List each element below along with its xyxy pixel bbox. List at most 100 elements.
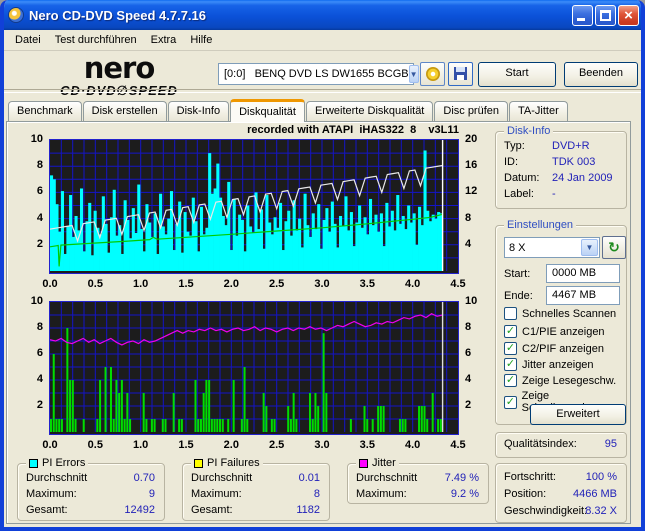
nero-logo: nero CD·DVD∅SPEED — [28, 51, 210, 98]
checkbox-icon: ✓ — [504, 358, 517, 371]
close-icon: × — [624, 6, 633, 24]
y-tick-label: 4 — [465, 237, 472, 250]
pi-failures-legend-icon — [194, 458, 203, 468]
progress-box: Fortschritt: 100 % Position: 4466 MB Gesch… — [495, 463, 627, 523]
tab-benchmark[interactable]: Benchmark — [8, 101, 82, 122]
tab-disk-info[interactable]: Disk-Info — [167, 101, 230, 122]
quality-index-label: Qualitätsindex: — [504, 438, 577, 450]
x-tick-label: 3.5 — [359, 439, 375, 451]
jitter-max-label: Maximum: — [356, 488, 407, 500]
minimize-button[interactable] — [572, 4, 593, 26]
x-tick-label: 1.5 — [178, 439, 194, 451]
x-tick-label: 0.5 — [87, 278, 103, 290]
checkbox-jitter[interactable]: ✓ Jitter anzeigen — [504, 358, 594, 371]
datum-value: 24 Jan 2009 — [552, 172, 613, 184]
nero-logo-text: nero — [83, 51, 156, 85]
jitter-max-value: 9.2 % — [450, 488, 479, 500]
y-tick-label: 20 — [465, 133, 478, 145]
checkbox-schnelles-scannen[interactable]: Schnelles Scannen — [504, 307, 616, 320]
cd-dvd-speed-logo-text: CD·DVD∅SPEED — [60, 83, 178, 98]
menu-datei[interactable]: Datei — [8, 32, 48, 48]
id-value: TDK 003 — [552, 156, 596, 168]
y-tick-label: 6 — [36, 185, 43, 198]
typ-label: Typ: — [504, 140, 525, 152]
checkbox-c1-pie[interactable]: ✓ C1/PIE anzeigen — [504, 325, 605, 338]
eject-disc-icon — [425, 67, 440, 81]
title-bar: Nero CD-DVD Speed 4.7.7.16 × — [4, 0, 641, 30]
pif-x-axis: 0.0 0.5 1.0 1.5 2.0 2.5 3.0 3.5 4.0 4.5 — [42, 439, 465, 452]
tab-diskqualitaet[interactable]: Diskqualität — [230, 99, 305, 122]
x-tick-label: 2.5 — [269, 439, 285, 451]
settings-caption: Einstellungen — [504, 219, 577, 231]
x-tick-label: 3.5 — [359, 278, 375, 290]
x-tick-label: 2.0 — [223, 278, 239, 290]
content-panel: recorded with ATAPI iHAS322 8 v3L11 10 8 6… — [6, 121, 631, 524]
save-icon — [454, 67, 467, 80]
chevron-down-icon[interactable]: ▼ — [581, 239, 598, 256]
save-button[interactable] — [448, 62, 473, 86]
progress-value: 100 % — [585, 471, 617, 483]
pie-chart-block: 10 8 6 4 2 20 16 12 8 4 0.0 0.5 1.0 1.5 2.0 2.5 3.0 3.5… — [7, 133, 497, 309]
start-button[interactable]: Start — [478, 62, 556, 87]
pi-errors-box: PI Errors Durchschnitt 0.70 Maximum: 9 Ges… — [17, 457, 165, 521]
start-mb-label: Start: — [504, 268, 531, 280]
pif-chart-block: 10 8 6 4 2 10 8 6 4 2 0.0 0.5 1.0 1.5 2.0 2.5 3.0 3.5 4.… — [7, 295, 497, 471]
id-label: ID: — [504, 156, 519, 168]
disk-info-box: Disk-Info Typ: DVD+R ID: TDK 003 Datum: 24 … — [495, 125, 627, 209]
tab-disk-erstellen[interactable]: Disk erstellen — [82, 101, 167, 122]
eject-button[interactable] — [420, 62, 445, 86]
pie-max-value: 9 — [148, 488, 155, 500]
y-tick-label: 6 — [465, 347, 472, 359]
checkbox-c2-pif[interactable]: ✓ C2/PIF anzeigen — [504, 342, 604, 355]
close-button[interactable]: × — [618, 4, 639, 26]
tab-disc-pruefen[interactable]: Disc prüfen — [434, 101, 509, 122]
tab-erweiterte-diskqualitaet[interactable]: Erweiterte Diskqualität — [305, 101, 434, 122]
pie-total-value: 12492 — [124, 504, 155, 516]
end-mb-field[interactable]: 4467 MB — [546, 286, 620, 305]
checkbox-icon: ✓ — [504, 395, 517, 409]
drive-select[interactable]: [0:0] BENQ DVD LS DW1655 BCGB ▼ — [218, 63, 419, 85]
advanced-button[interactable]: Erweitert — [530, 404, 626, 425]
x-tick-label: 1.0 — [133, 439, 149, 451]
recorded-with-label: recorded with ATAPI iHAS322 8 v3L11 — [247, 124, 459, 136]
app-icon[interactable] — [8, 7, 24, 23]
drive-select-value: [0:0] BENQ DVD LS DW1655 BCGB — [224, 68, 409, 80]
start-mb-field[interactable]: 0000 MB — [546, 264, 620, 283]
y-tick-label: 10 — [30, 295, 43, 307]
speed-label: Geschwindigkeit: — [504, 505, 588, 517]
quit-button[interactable]: Beenden — [564, 62, 638, 87]
y-tick-label: 4 — [36, 211, 43, 224]
x-tick-label: 0.0 — [42, 439, 58, 451]
y-tick-label: 10 — [465, 295, 478, 307]
pie-max-label: Maximum: — [26, 488, 77, 500]
toolbar: nero CD·DVD∅SPEED [0:0] BENQ DVD LS DW16… — [4, 50, 641, 97]
speed-value: 8.32 X — [585, 505, 617, 517]
pi-failures-box: PI Failures Durchschnitt 0.01 Maximum: 8 G… — [182, 457, 330, 521]
chevron-down-icon[interactable]: ▼ — [408, 65, 419, 83]
x-tick-label: 4.0 — [405, 278, 421, 290]
x-tick-label: 4.5 — [450, 278, 466, 290]
menu-hilfe[interactable]: Hilfe — [183, 32, 219, 48]
quality-box: Qualitätsindex: 95 — [495, 432, 627, 458]
tab-ta-jitter[interactable]: TA-Jitter — [509, 101, 568, 122]
menu-test-durchfuehren[interactable]: Test durchführen — [48, 32, 144, 48]
pie-chart-plot — [49, 139, 459, 274]
end-mb-label: Ende: — [504, 290, 533, 302]
x-tick-label: 4.0 — [405, 439, 421, 451]
checkbox-icon: ✓ — [504, 325, 517, 338]
y-tick-label: 2 — [36, 399, 43, 411]
x-tick-label: 2.0 — [223, 439, 239, 451]
checkbox-icon — [504, 307, 517, 320]
speed-select[interactable]: 8 X ▼ — [504, 237, 600, 258]
menu-extra[interactable]: Extra — [144, 32, 184, 48]
pi-errors-legend-icon — [29, 458, 38, 468]
pif-total-value: 1182 — [296, 504, 320, 516]
label-label: Label: — [504, 188, 534, 200]
jitter-legend-icon — [359, 458, 368, 468]
jitter-caption: Jitter — [372, 457, 396, 469]
refresh-button[interactable]: ↻ — [602, 236, 626, 259]
progress-label: Fortschritt: — [504, 471, 556, 483]
pif-max-label: Maximum: — [191, 488, 242, 500]
maximize-button[interactable] — [595, 4, 616, 26]
checkbox-lesegeschw[interactable]: ✓ Zeige Lesegeschw. — [504, 374, 616, 387]
